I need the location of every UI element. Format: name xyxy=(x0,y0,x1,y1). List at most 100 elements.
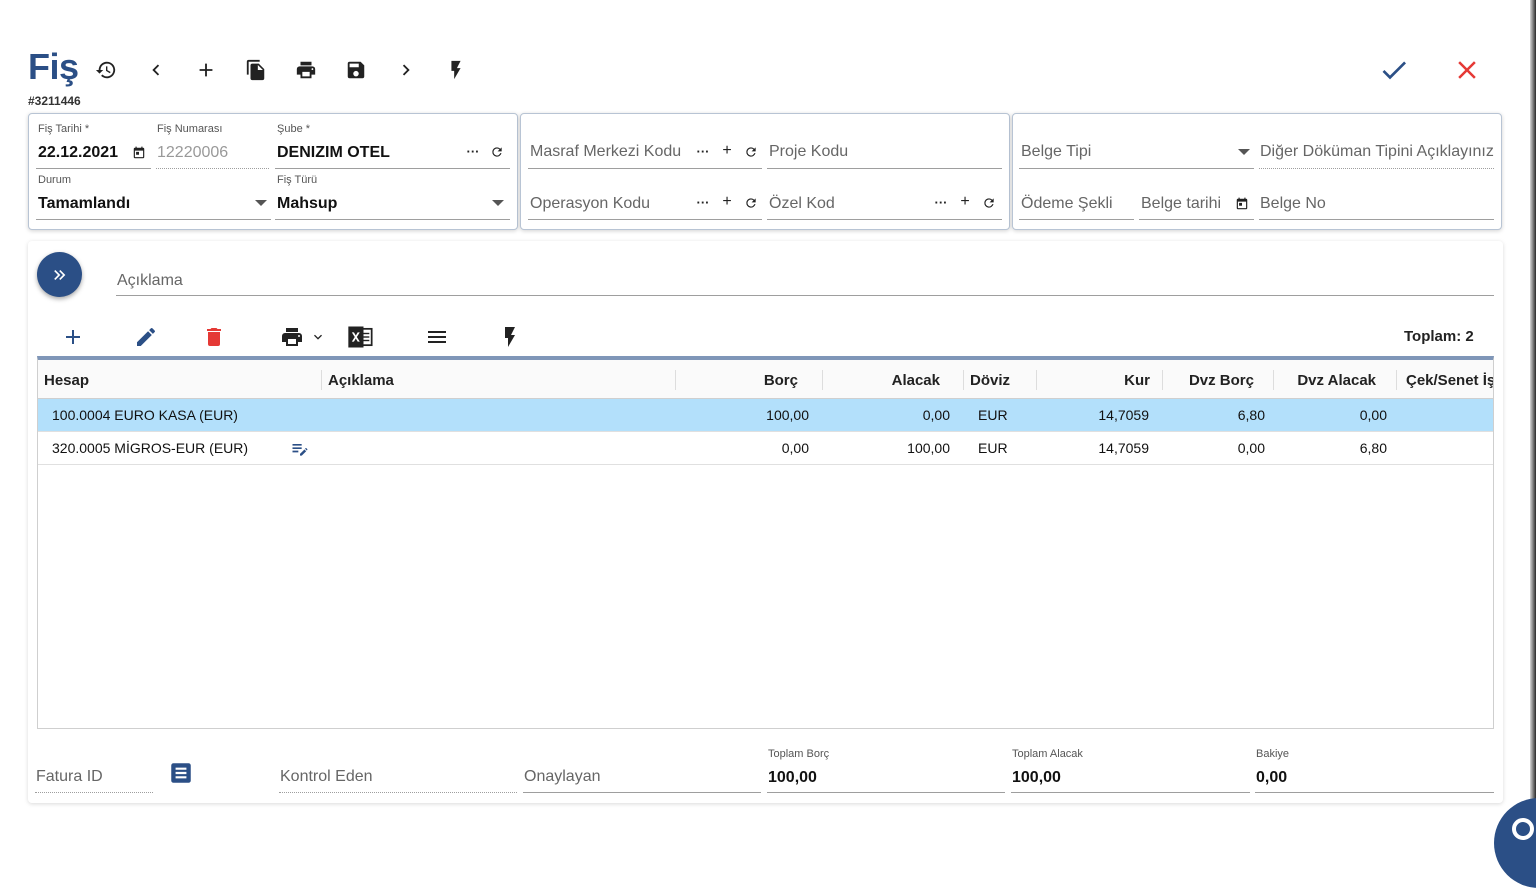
col-separator xyxy=(1036,370,1037,390)
belge-tarihi-underline xyxy=(1139,219,1254,220)
invoice-list-icon[interactable] xyxy=(168,760,194,786)
cell-dvz-alacak: 0,00 xyxy=(1359,407,1387,423)
belge-no-field[interactable]: Belge No xyxy=(1260,195,1326,213)
fatura-id-field[interactable]: Fatura ID xyxy=(36,768,103,786)
toplam-alacak-value: 100,00 xyxy=(1012,769,1061,786)
operasyon-add-button[interactable]: + xyxy=(719,193,735,210)
grid-add-icon[interactable] xyxy=(60,324,86,350)
onaylayan-field[interactable]: Onaylayan xyxy=(524,768,601,786)
toplam-alacak-label: Toplam Alacak xyxy=(1012,748,1083,760)
menu-lines-icon[interactable] xyxy=(424,324,450,350)
col-kur[interactable]: Kur xyxy=(1038,372,1150,389)
operasyon-kodu-field[interactable]: Operasyon Kodu xyxy=(530,195,650,213)
odeme-sekli-field[interactable]: Ödeme Şekli xyxy=(1021,195,1113,213)
aciklama-input[interactable]: Açıklama xyxy=(117,272,183,290)
history-icon[interactable] xyxy=(94,58,118,82)
cell-hesap: 320.0005 MİGROS-EUR (EUR) xyxy=(52,440,249,456)
print-dropdown-chevron-icon[interactable] xyxy=(310,324,326,350)
fatura-id-underline xyxy=(35,792,153,793)
col-separator xyxy=(1273,370,1274,390)
chat-widget-button[interactable] xyxy=(1494,798,1536,888)
col-cek-senet[interactable]: Çek/Senet İş xyxy=(1406,372,1493,389)
odeme-sekli-underline xyxy=(1019,219,1134,220)
grid-flash-icon[interactable] xyxy=(497,324,523,350)
durum-dropdown-icon[interactable] xyxy=(255,200,267,206)
fis-turu-dropdown-icon[interactable] xyxy=(492,200,504,206)
col-borc[interactable]: Borç xyxy=(678,372,798,389)
cell-doviz: EUR xyxy=(978,407,1008,423)
fis-turu-label: Fiş Türü xyxy=(277,174,318,186)
masraf-more-button[interactable]: ··· xyxy=(695,143,711,159)
col-doviz[interactable]: Döviz xyxy=(970,372,1010,389)
grid-edit-icon[interactable] xyxy=(133,324,159,350)
fis-numarasi-underline xyxy=(156,168,269,169)
print-icon[interactable] xyxy=(294,58,318,82)
expand-fab-button[interactable] xyxy=(37,252,82,297)
toplam-borc-value: 100,00 xyxy=(768,769,817,786)
kontrol-eden-field[interactable]: Kontrol Eden xyxy=(280,768,373,786)
add-icon[interactable] xyxy=(194,58,218,82)
chevron-left-icon[interactable] xyxy=(144,58,168,82)
operasyon-underline xyxy=(528,219,762,220)
durum-label: Durum xyxy=(38,174,72,186)
durum-value[interactable]: Tamamlandı xyxy=(38,195,130,213)
edit-note-icon[interactable] xyxy=(288,439,314,459)
sube-more-button[interactable]: ··· xyxy=(465,143,481,159)
fis-numarasi-label: Fiş Numarası xyxy=(157,123,223,135)
cell-dvz-alacak: 6,80 xyxy=(1359,440,1387,456)
ozel-kod-add-button[interactable]: + xyxy=(957,193,973,210)
cell-doviz: EUR xyxy=(978,440,1008,456)
grid-print-icon[interactable] xyxy=(278,324,306,350)
bakiye-label: Bakiye xyxy=(1256,748,1290,760)
masraf-refresh-icon[interactable] xyxy=(743,144,759,160)
cell-alacak: 100,00 xyxy=(907,440,950,456)
bakiye-underline xyxy=(1255,792,1494,793)
table-row[interactable]: 100.0004 EURO KASA (EUR) 100,00 0,00 EUR… xyxy=(38,399,1493,432)
col-separator xyxy=(675,370,676,390)
col-hesap[interactable]: Hesap xyxy=(44,372,89,389)
proje-kodu-field[interactable]: Proje Kodu xyxy=(769,143,848,161)
save-icon[interactable] xyxy=(344,58,368,82)
excel-export-icon[interactable] xyxy=(345,324,375,350)
fis-tarihi-underline xyxy=(36,168,151,169)
col-aciklama[interactable]: Açıklama xyxy=(328,372,394,389)
diger-dokuman-field[interactable]: Diğer Döküman Tipini Açıklayınız xyxy=(1260,143,1494,161)
ozel-kod-more-button[interactable]: ··· xyxy=(933,194,949,210)
col-separator xyxy=(1396,370,1397,390)
chevron-right-icon[interactable] xyxy=(394,58,418,82)
col-separator xyxy=(822,370,823,390)
col-alacak[interactable]: Alacak xyxy=(828,372,940,389)
operasyon-more-button[interactable]: ··· xyxy=(695,194,711,210)
confirm-check-icon[interactable] xyxy=(1378,54,1410,86)
cell-hesap: 100.0004 EURO KASA (EUR) xyxy=(52,407,238,423)
ozel-kod-refresh-icon[interactable] xyxy=(981,195,997,211)
close-icon[interactable] xyxy=(1452,55,1482,85)
belge-no-underline xyxy=(1259,219,1494,220)
masraf-add-button[interactable]: + xyxy=(719,142,735,159)
ozel-kod-field[interactable]: Özel Kod xyxy=(769,195,835,213)
ozel-kod-underline xyxy=(767,219,1002,220)
col-dvz-alacak[interactable]: Dvz Alacak xyxy=(1278,372,1376,389)
belge-tarihi-calendar-icon[interactable] xyxy=(1234,196,1250,212)
grid-delete-icon[interactable] xyxy=(201,324,227,350)
flash-icon[interactable] xyxy=(444,58,468,82)
table-row[interactable]: 320.0005 MİGROS-EUR (EUR) 0,00 100,00 EU… xyxy=(38,432,1493,465)
bakiye-value: 0,00 xyxy=(1256,769,1288,786)
masraf-merkezi-field[interactable]: Masraf Merkezi Kodu xyxy=(530,143,681,161)
chat-bubble-icon xyxy=(1512,818,1534,840)
sube-refresh-icon[interactable] xyxy=(489,144,505,160)
aciklama-underline xyxy=(116,295,1494,296)
col-dvz-borc[interactable]: Dvz Borç xyxy=(1168,372,1254,389)
double-chevron-right-icon xyxy=(53,269,65,280)
copy-icon[interactable] xyxy=(244,58,268,82)
calendar-icon[interactable] xyxy=(131,145,147,161)
sube-value[interactable]: DENIZIM OTEL xyxy=(277,144,390,162)
operasyon-refresh-icon[interactable] xyxy=(743,195,759,211)
col-separator xyxy=(1162,370,1163,390)
fis-tarihi-value[interactable]: 22.12.2021 xyxy=(38,144,118,162)
belge-tipi-dropdown-icon[interactable] xyxy=(1238,149,1250,155)
belge-tipi-field[interactable]: Belge Tipi xyxy=(1021,143,1091,161)
col-separator xyxy=(321,370,322,390)
belge-tarihi-field[interactable]: Belge tarihi xyxy=(1141,195,1221,213)
fis-turu-value[interactable]: Mahsup xyxy=(277,195,337,213)
